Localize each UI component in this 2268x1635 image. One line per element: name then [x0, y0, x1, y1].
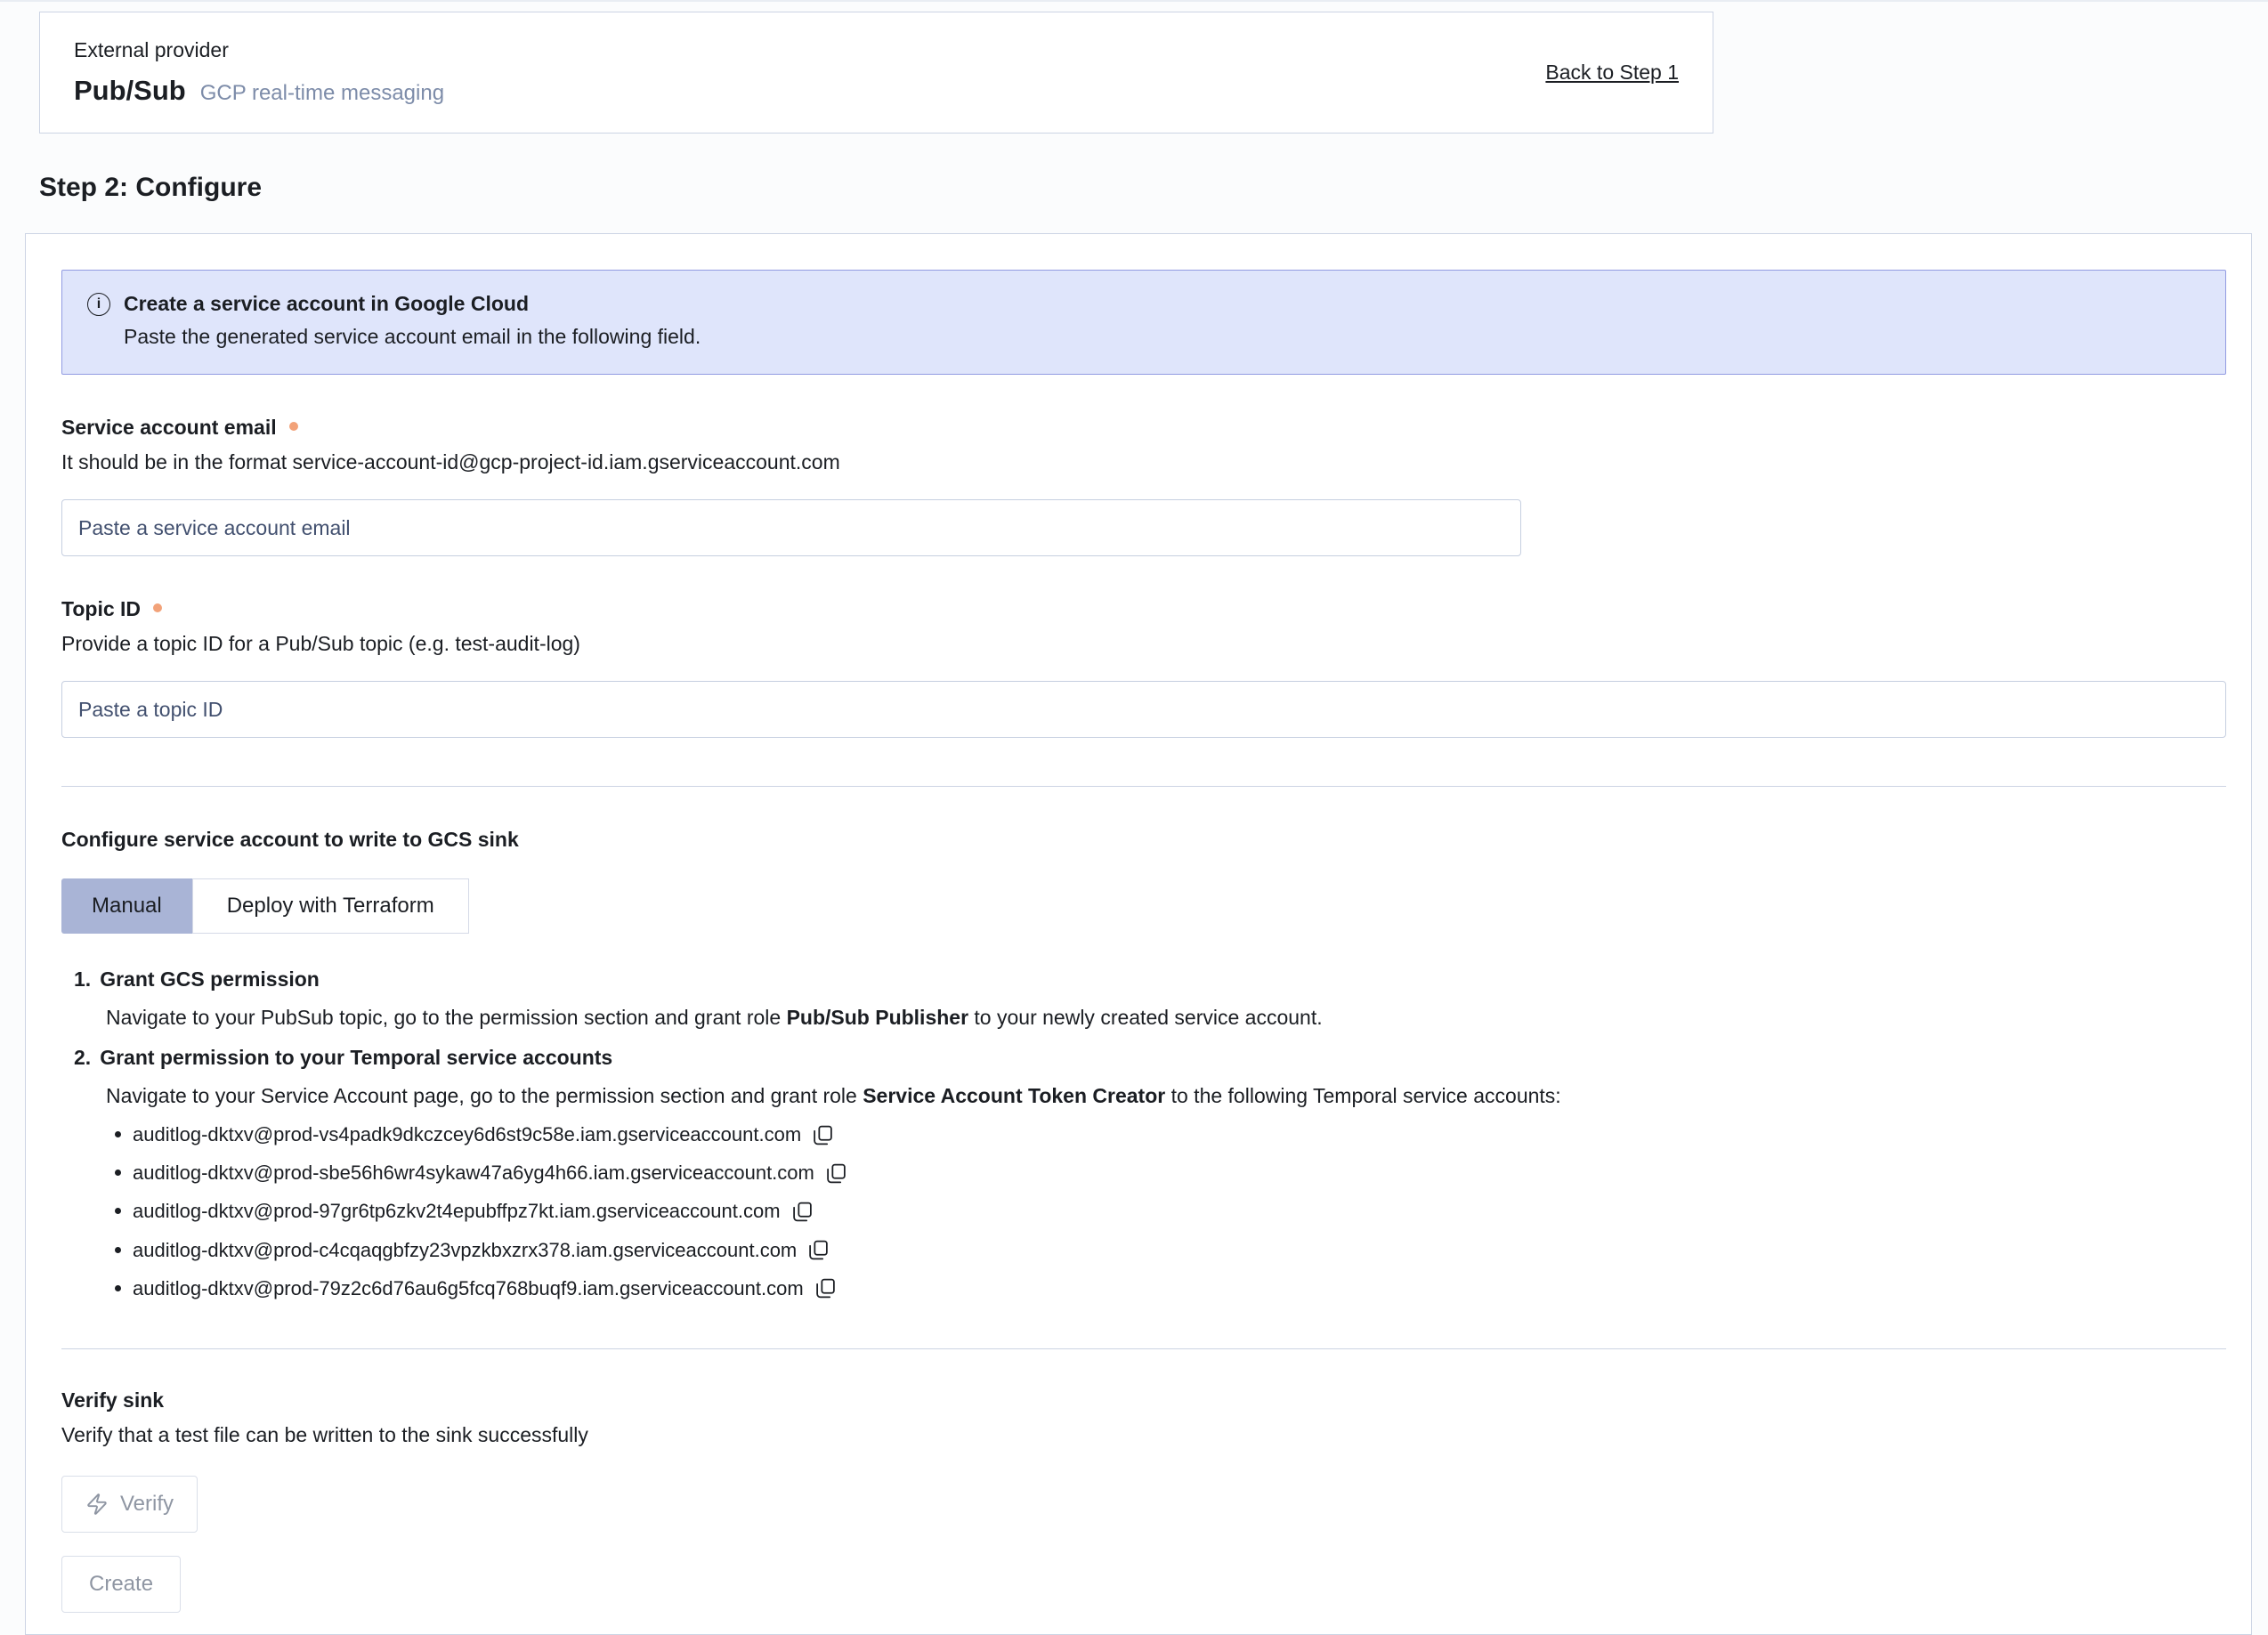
step-title-row: 1. Grant GCS permission — [74, 967, 2226, 992]
tab-manual[interactable]: Manual — [61, 878, 192, 934]
verify-button-row: Verify — [61, 1447, 2226, 1533]
sink-config-tabs: Manual Deploy with Terraform — [61, 878, 2226, 934]
section-divider — [61, 1348, 2226, 1349]
field-label-row: Service account email — [61, 416, 2226, 440]
step-number: 2. — [74, 1046, 91, 1070]
required-indicator-dot — [289, 422, 298, 431]
step-title: Grant permission to your Temporal servic… — [100, 1046, 612, 1070]
create-button-label: Create — [89, 1572, 153, 1597]
service-account-email: auditlog-dktxv@prod-vs4padk9dkczcey6d6st… — [133, 1123, 801, 1145]
manual-steps-list: 1. Grant GCS permission Navigate to your… — [74, 967, 2226, 1300]
role-name: Service Account Token Creator — [863, 1084, 1165, 1107]
step-body-text: Navigate to your PubSub topic, go to the… — [106, 1006, 787, 1029]
tab-deploy-with-terraform[interactable]: Deploy with Terraform — [192, 878, 469, 934]
temporal-service-account-list: auditlog-dktxv@prod-vs4padk9dkczcey6d6st… — [109, 1122, 2226, 1300]
copy-icon[interactable] — [825, 1162, 847, 1185]
copy-icon[interactable] — [812, 1124, 834, 1146]
service-account-email: auditlog-dktxv@prod-97gr6tp6zkv2t4epubff… — [133, 1201, 781, 1223]
provider-card: External provider Pub/Sub GCP real-time … — [39, 12, 1713, 134]
create-button[interactable]: Create — [61, 1556, 181, 1613]
verify-button-label: Verify — [120, 1492, 174, 1517]
create-button-row: Create — [61, 1533, 2226, 1613]
step-body-text: Navigate to your Service Account page, g… — [106, 1084, 863, 1107]
configure-sink-heading: Configure service account to write to GC… — [61, 828, 2226, 852]
zap-icon — [85, 1493, 109, 1516]
copy-icon[interactable] — [807, 1239, 830, 1261]
field-label-row: Topic ID — [61, 597, 2226, 621]
list-item: auditlog-dktxv@prod-97gr6tp6zkv2t4epubff… — [133, 1199, 2226, 1223]
copy-icon[interactable] — [814, 1277, 837, 1299]
step-number: 1. — [74, 967, 91, 992]
step-body: Navigate to your Service Account page, g… — [106, 1084, 2226, 1108]
service-account-email: auditlog-dktxv@prod-79z2c6d76au6g5fcq768… — [133, 1277, 804, 1299]
service-account-email-label: Service account email — [61, 416, 277, 440]
info-banner-body: Paste the generated service account emai… — [124, 325, 2200, 349]
info-banner-title: Create a service account in Google Cloud — [124, 292, 529, 316]
info-banner: i Create a service account in Google Clo… — [61, 270, 2226, 375]
service-account-email: auditlog-dktxv@prod-sbe56h6wr4sykaw47a6y… — [133, 1161, 814, 1184]
section-divider — [61, 786, 2226, 787]
field-topic-id: Topic ID Provide a topic ID for a Pub/Su… — [61, 597, 2226, 738]
service-account-email-description: It should be in the format service-accou… — [61, 450, 2226, 474]
step-body-text: to your newly created service account. — [968, 1006, 1323, 1029]
step-grant-temporal-permission: 2. Grant permission to your Temporal ser… — [74, 1046, 2226, 1300]
verify-button[interactable]: Verify — [61, 1476, 198, 1533]
step-title-row: 2. Grant permission to your Temporal ser… — [74, 1046, 2226, 1070]
service-account-email: auditlog-dktxv@prod-c4cqaqgbfzy23vpzkbxz… — [133, 1239, 797, 1261]
topic-id-description: Provide a topic ID for a Pub/Sub topic (… — [61, 632, 2226, 656]
info-icon: i — [87, 293, 110, 316]
page-title: Step 2: Configure — [39, 173, 2268, 203]
copy-icon[interactable] — [791, 1201, 814, 1223]
required-indicator-dot — [153, 603, 162, 612]
configure-panel: i Create a service account in Google Clo… — [25, 233, 2252, 1635]
topic-id-input[interactable] — [61, 681, 2226, 738]
verify-sink-description: Verify that a test file can be written t… — [61, 1423, 2226, 1447]
provider-name: Pub/Sub — [74, 75, 186, 107]
list-item: auditlog-dktxv@prod-vs4padk9dkczcey6d6st… — [133, 1122, 2226, 1146]
list-item: auditlog-dktxv@prod-sbe56h6wr4sykaw47a6y… — [133, 1161, 2226, 1185]
topic-id-label: Topic ID — [61, 597, 141, 621]
provider-tagline: GCP real-time messaging — [200, 81, 444, 106]
field-service-account-email: Service account email It should be in th… — [61, 416, 2226, 556]
verify-sink-heading: Verify sink — [61, 1388, 2226, 1412]
provider-eyebrow: External provider — [74, 38, 444, 62]
step-title: Grant GCS permission — [100, 967, 320, 992]
step-body-text: to the following Temporal service accoun… — [1165, 1084, 1560, 1107]
step-grant-gcs-permission: 1. Grant GCS permission Navigate to your… — [74, 967, 2226, 1030]
provider-info: External provider Pub/Sub GCP real-time … — [74, 38, 444, 107]
list-item: auditlog-dktxv@prod-79z2c6d76au6g5fcq768… — [133, 1276, 2226, 1300]
list-item: auditlog-dktxv@prod-c4cqaqgbfzy23vpzkbxz… — [133, 1238, 2226, 1262]
role-name: Pub/Sub Publisher — [787, 1006, 968, 1029]
service-account-email-input[interactable] — [61, 499, 1521, 556]
step-body: Navigate to your PubSub topic, go to the… — [106, 1006, 2226, 1030]
back-to-step-1-link[interactable]: Back to Step 1 — [1545, 61, 1679, 85]
info-banner-title-row: i Create a service account in Google Clo… — [87, 292, 2200, 316]
provider-name-row: Pub/Sub GCP real-time messaging — [74, 75, 444, 107]
